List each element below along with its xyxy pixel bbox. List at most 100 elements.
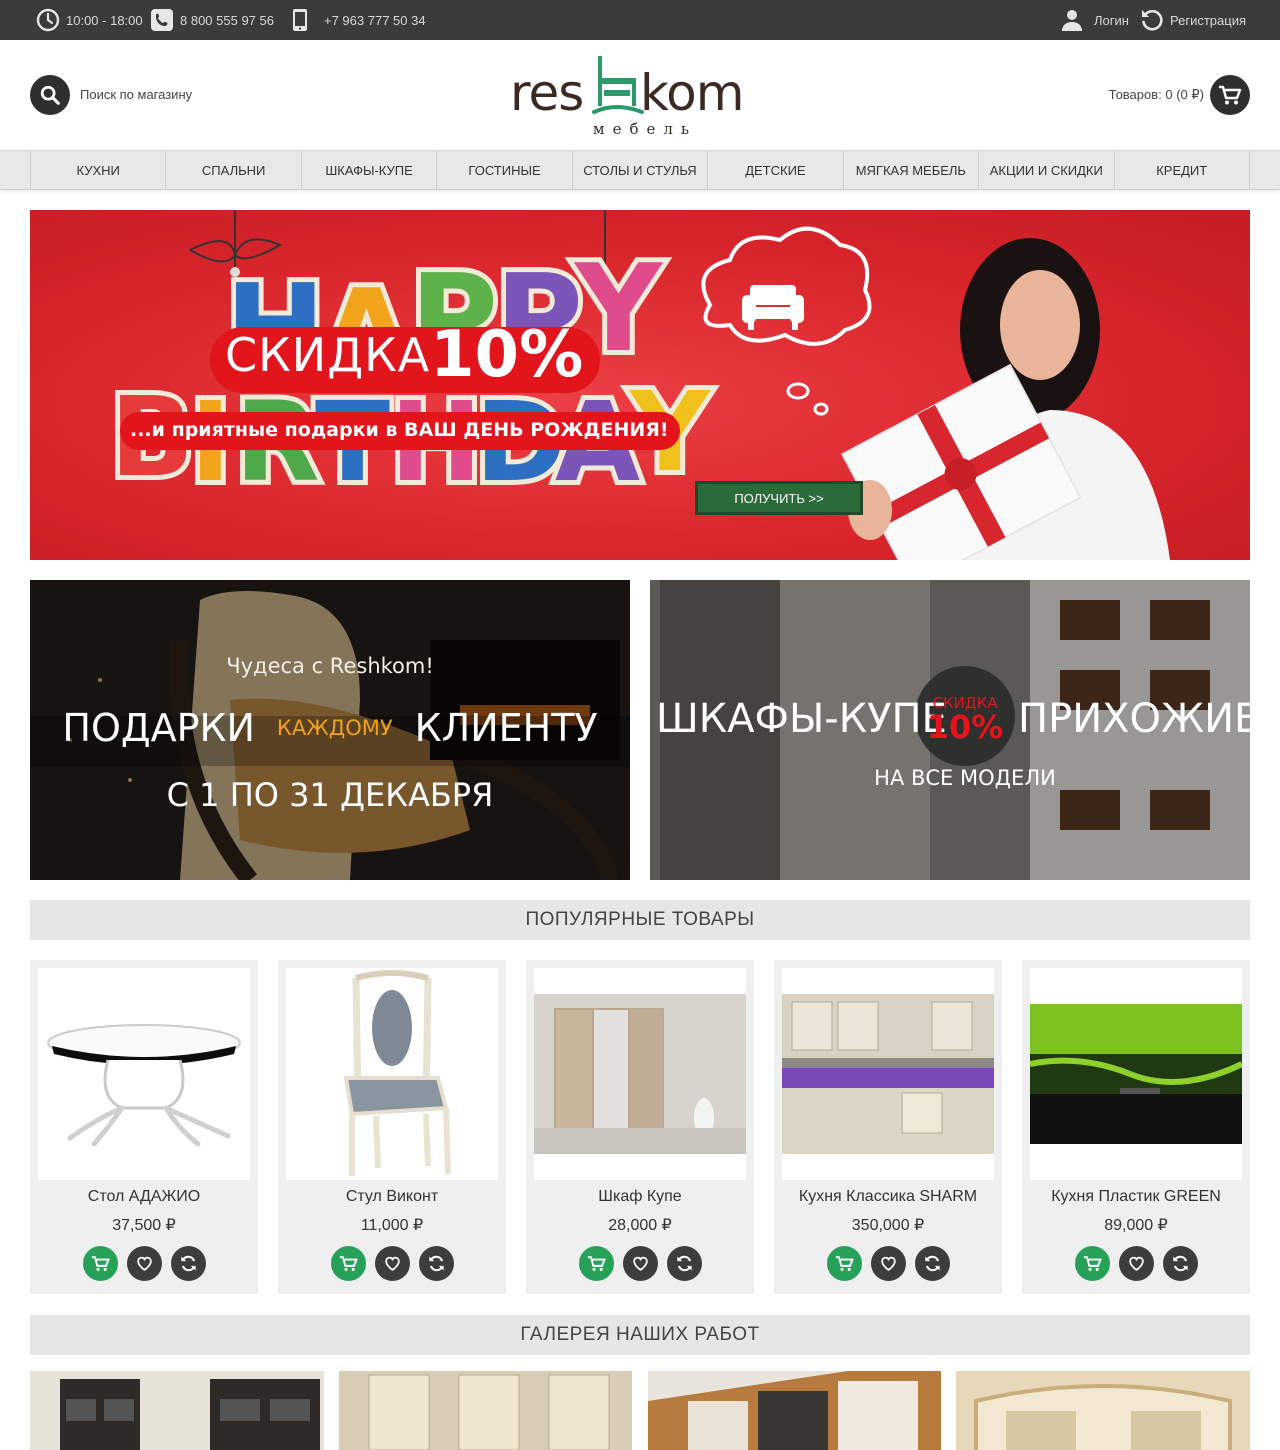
refresh-icon bbox=[1140, 8, 1164, 32]
product-actions bbox=[526, 1246, 754, 1281]
cart-icon bbox=[1083, 1256, 1102, 1272]
gallery-photo-2 bbox=[339, 1371, 632, 1450]
armchair-icon bbox=[742, 285, 804, 330]
search-button[interactable] bbox=[30, 75, 70, 115]
nav-item-kitchens[interactable]: Кухни bbox=[30, 151, 165, 189]
add-to-cart-button[interactable] bbox=[82, 1246, 118, 1281]
nav-item-credit[interactable]: Кредит bbox=[1113, 151, 1250, 189]
promo-gifts-word2: КАЖДОМУ bbox=[276, 716, 393, 740]
product-name[interactable]: Шкаф Купе bbox=[526, 1188, 754, 1206]
cart-icon bbox=[91, 1256, 110, 1272]
kitchen-classic-image bbox=[782, 994, 994, 1154]
banner-art: H A P P Y B I R T H D A Y bbox=[105, 210, 1170, 560]
product-card[interactable]: Стол АДАЖИО 37,500 ₽ bbox=[30, 960, 258, 1294]
compare-button[interactable] bbox=[418, 1246, 454, 1281]
gallery-image[interactable] bbox=[956, 1371, 1250, 1450]
gallery-photo-3 bbox=[648, 1371, 941, 1450]
cart-button[interactable] bbox=[1210, 75, 1250, 115]
logo-subtitle: мебель bbox=[592, 120, 698, 138]
top-bar: 10:00 - 18:00 8 800 555 97 56 +7 963 777… bbox=[0, 0, 1280, 40]
nav-item-wardrobes[interactable]: Шкафы-купе bbox=[300, 151, 436, 189]
product-card[interactable]: Кухня Пластик GREEN 89,000 ₽ bbox=[1022, 960, 1250, 1294]
compare-button[interactable] bbox=[1162, 1246, 1198, 1281]
working-hours: 10:00 - 18:00 bbox=[36, 0, 143, 40]
nav-item-kids[interactable]: Детские bbox=[707, 151, 842, 189]
nav-item-tables-chairs[interactable]: Столы и стулья bbox=[571, 151, 707, 189]
site-logo[interactable]: res kom мебель bbox=[510, 48, 770, 144]
product-card[interactable]: Кухня Классика SHARM 350,000 ₽ bbox=[774, 960, 1002, 1294]
nav-item-sales[interactable]: Акции и скидки bbox=[978, 151, 1113, 189]
promo-gifts-line3: С 1 ПО 31 ДЕКАБРЯ bbox=[166, 776, 494, 814]
product-name[interactable]: Стул Виконт bbox=[278, 1188, 506, 1206]
compare-icon bbox=[676, 1255, 692, 1272]
table-image bbox=[47, 1024, 241, 1147]
phone-icon bbox=[150, 8, 174, 32]
product-image[interactable] bbox=[286, 968, 498, 1180]
register-link[interactable]: Регистрация bbox=[1140, 0, 1246, 40]
product-card[interactable]: Стул Виконт 11,000 ₽ bbox=[278, 960, 506, 1294]
gallery-image[interactable] bbox=[339, 1371, 632, 1450]
nav-list: Кухни Спальни Шкафы-купе Гостиные Столы … bbox=[30, 151, 1250, 189]
compare-button[interactable] bbox=[170, 1246, 206, 1281]
heart-icon bbox=[384, 1256, 400, 1271]
birthday-banner[interactable]: H A P P Y B I R T H D A Y bbox=[30, 210, 1250, 560]
compare-button[interactable] bbox=[914, 1246, 950, 1281]
promo-gifts-word3: КЛИЕНТУ bbox=[414, 706, 598, 750]
product-image[interactable] bbox=[38, 968, 250, 1180]
add-to-cart-button[interactable] bbox=[826, 1246, 862, 1281]
phone-mobile[interactable]: +7 963 777 50 34 bbox=[288, 0, 426, 40]
site-header: Поиск по магазину res kom мебель Товаров… bbox=[0, 40, 1280, 150]
cart-icon bbox=[587, 1256, 606, 1272]
product-image[interactable] bbox=[1030, 968, 1242, 1180]
promo-wardrobes-right: ПРИХОЖИЕ bbox=[1018, 696, 1250, 742]
nav-item-bedrooms[interactable]: Спальни bbox=[165, 151, 300, 189]
product-actions bbox=[278, 1246, 506, 1281]
product-name[interactable]: Стол АДАЖИО bbox=[30, 1188, 258, 1206]
hours-text: 10:00 - 18:00 bbox=[66, 12, 143, 28]
add-to-cart-button[interactable] bbox=[330, 1246, 366, 1281]
wishlist-button[interactable] bbox=[870, 1246, 906, 1281]
product-image[interactable] bbox=[782, 968, 994, 1180]
compare-icon bbox=[924, 1255, 940, 1272]
promo-gifts-line1: Чудеса с Reshkom! bbox=[226, 654, 434, 678]
banner-subline: ...и приятные подарки в ВАШ ДЕНЬ РОЖДЕНИ… bbox=[130, 419, 669, 441]
banner-get-button[interactable]: ПОЛУЧИТЬ >> bbox=[695, 481, 863, 515]
compare-button[interactable] bbox=[666, 1246, 702, 1281]
cart-icon bbox=[339, 1256, 358, 1272]
login-text: Логин bbox=[1094, 12, 1129, 28]
add-to-cart-button[interactable] bbox=[1074, 1246, 1110, 1281]
nav-item-upholstered[interactable]: Мягкая мебель bbox=[842, 151, 978, 189]
product-card[interactable]: Шкаф Купе 28,000 ₽ bbox=[526, 960, 754, 1294]
add-to-cart-button[interactable] bbox=[578, 1246, 614, 1281]
product-price: 350,000 ₽ bbox=[851, 1217, 925, 1234]
cart-summary[interactable]: Товаров: 0 (0 ₽) bbox=[1109, 87, 1204, 103]
heart-icon bbox=[1128, 1256, 1144, 1271]
product-actions bbox=[30, 1246, 258, 1281]
phone-primary[interactable]: 8 800 555 97 56 bbox=[150, 0, 274, 40]
banner-discount-word: СКИДКА bbox=[225, 328, 431, 382]
login-link[interactable]: Логин bbox=[1060, 0, 1129, 40]
register-text: Регистрация bbox=[1170, 12, 1246, 28]
promo-gifts-banner[interactable]: Чудеса с Reshkom! ПОДАРКИ КАЖДОМУ КЛИЕНТ… bbox=[30, 580, 630, 880]
chair-glyph-icon bbox=[592, 56, 644, 114]
wishlist-button[interactable] bbox=[126, 1246, 162, 1281]
wishlist-button[interactable] bbox=[1118, 1246, 1154, 1281]
popular-products-title: Популярные товары bbox=[30, 900, 1250, 940]
wishlist-button[interactable] bbox=[374, 1246, 410, 1281]
search-label[interactable]: Поиск по магазину bbox=[80, 87, 192, 102]
compare-icon bbox=[428, 1255, 444, 1272]
product-name[interactable]: Кухня Классика SHARM bbox=[774, 1188, 1002, 1206]
compare-icon bbox=[1172, 1255, 1188, 1272]
wardrobe-image bbox=[534, 994, 746, 1154]
phone-primary-text: 8 800 555 97 56 bbox=[180, 12, 274, 28]
nav-item-living-rooms[interactable]: Гостиные bbox=[436, 151, 571, 189]
chair-image bbox=[343, 970, 451, 1176]
wishlist-button[interactable] bbox=[622, 1246, 658, 1281]
gallery-image[interactable] bbox=[30, 1371, 324, 1450]
promo-wardrobes-banner[interactable]: ШКАФЫ-КУПЕ СКИДКА 10% ПРИХОЖИЕ НА ВСЕ МО… bbox=[650, 580, 1250, 880]
product-actions bbox=[1022, 1246, 1250, 1281]
product-image[interactable] bbox=[534, 968, 746, 1180]
product-name[interactable]: Кухня Пластик GREEN bbox=[1022, 1188, 1250, 1206]
heart-icon bbox=[136, 1256, 152, 1271]
gallery-image[interactable] bbox=[648, 1371, 941, 1450]
